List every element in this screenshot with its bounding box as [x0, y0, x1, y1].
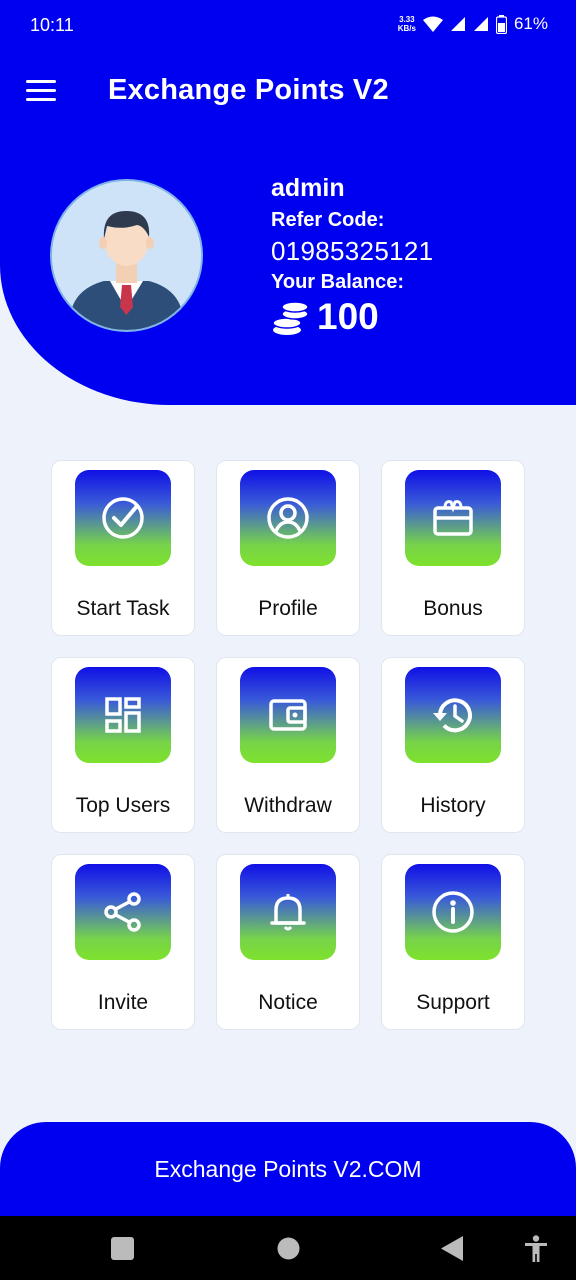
accessibility-icon[interactable] [524, 1235, 548, 1263]
bonus-label: Bonus [423, 597, 483, 620]
top-users-button[interactable]: Top Users [51, 657, 195, 833]
support-tile [405, 864, 501, 960]
withdraw-button[interactable]: Withdraw [216, 657, 360, 833]
footer-text: Exchange Points V2.COM [154, 1156, 422, 1182]
start-task-button[interactable]: Start Task [51, 460, 195, 636]
dashboard-grid-icon [105, 697, 141, 733]
wifi-icon [422, 16, 443, 32]
start-task-label: Start Task [76, 597, 170, 620]
bell-icon [270, 894, 306, 931]
support-button[interactable]: Support [381, 854, 525, 1030]
check-circle-icon [102, 497, 144, 539]
status-icons: 3.33 KB/s 61% [398, 14, 548, 34]
share-icon [104, 892, 141, 932]
status-time: 10:11 [30, 15, 74, 35]
history-label: History [420, 794, 486, 817]
signal-icon-2 [473, 17, 488, 31]
profile-label: Profile [258, 597, 318, 620]
user-info: admin Refer Code: 01985325121 Your Balan… [271, 174, 433, 338]
businessman-avatar-icon [52, 181, 201, 330]
recent-apps-icon[interactable] [111, 1237, 134, 1260]
notice-label: Notice [258, 991, 318, 1014]
network-speed-unit: KB/s [397, 24, 416, 33]
withdraw-label: Withdraw [244, 794, 332, 817]
network-speed-value: 3.33 [399, 15, 415, 24]
wallet-icon [269, 699, 307, 731]
history-button[interactable]: History [381, 657, 525, 833]
profile-tile [240, 470, 336, 566]
network-speed: 3.33 KB/s [398, 15, 416, 33]
profile-button[interactable]: Profile [216, 460, 360, 636]
signal-icon [450, 17, 465, 31]
balance-value: 100 [317, 296, 379, 337]
refer-code-value: 01985325121 [271, 236, 434, 266]
menu-grid: Start Task Profile Bonus Top Users Withd… [51, 460, 525, 1030]
battery-icon [495, 14, 507, 34]
system-nav-bar [0, 1216, 576, 1280]
coins-icon [272, 301, 309, 335]
gift-card-icon [433, 500, 473, 536]
bonus-tile [405, 470, 501, 566]
invite-button[interactable]: Invite [51, 854, 195, 1030]
status-bar: 10:11 3.33 KB/s 61% [0, 0, 576, 52]
top-users-tile [75, 667, 171, 763]
history-clock-icon [433, 698, 472, 733]
support-label: Support [416, 991, 490, 1014]
invite-label: Invite [97, 991, 149, 1014]
info-icon [432, 891, 474, 933]
battery-percent: 61% [513, 14, 548, 33]
top-users-label: Top Users [75, 794, 171, 817]
refer-code-label: Refer Code: [271, 209, 385, 231]
bonus-button[interactable]: Bonus [381, 460, 525, 636]
username: admin [271, 174, 345, 202]
home-icon[interactable] [277, 1237, 300, 1260]
avatar[interactable] [50, 179, 203, 332]
withdraw-tile [240, 667, 336, 763]
balance-row: 100 [271, 296, 433, 338]
history-tile [405, 667, 501, 763]
notice-tile [240, 864, 336, 960]
invite-tile [75, 864, 171, 960]
notice-button[interactable]: Notice [216, 854, 360, 1030]
balance-label: Your Balance: [271, 271, 404, 293]
app-title: Exchange Points V2 [108, 74, 389, 106]
start-task-tile [75, 470, 171, 566]
app-bar: Exchange Points V2 [0, 52, 576, 136]
footer-banner: Exchange Points V2.COM [0, 1122, 576, 1218]
user-circle-icon [267, 497, 309, 539]
profile-header: admin Refer Code: 01985325121 Your Balan… [0, 136, 576, 405]
back-icon[interactable] [441, 1236, 463, 1261]
hamburger-menu-icon[interactable] [26, 80, 56, 104]
